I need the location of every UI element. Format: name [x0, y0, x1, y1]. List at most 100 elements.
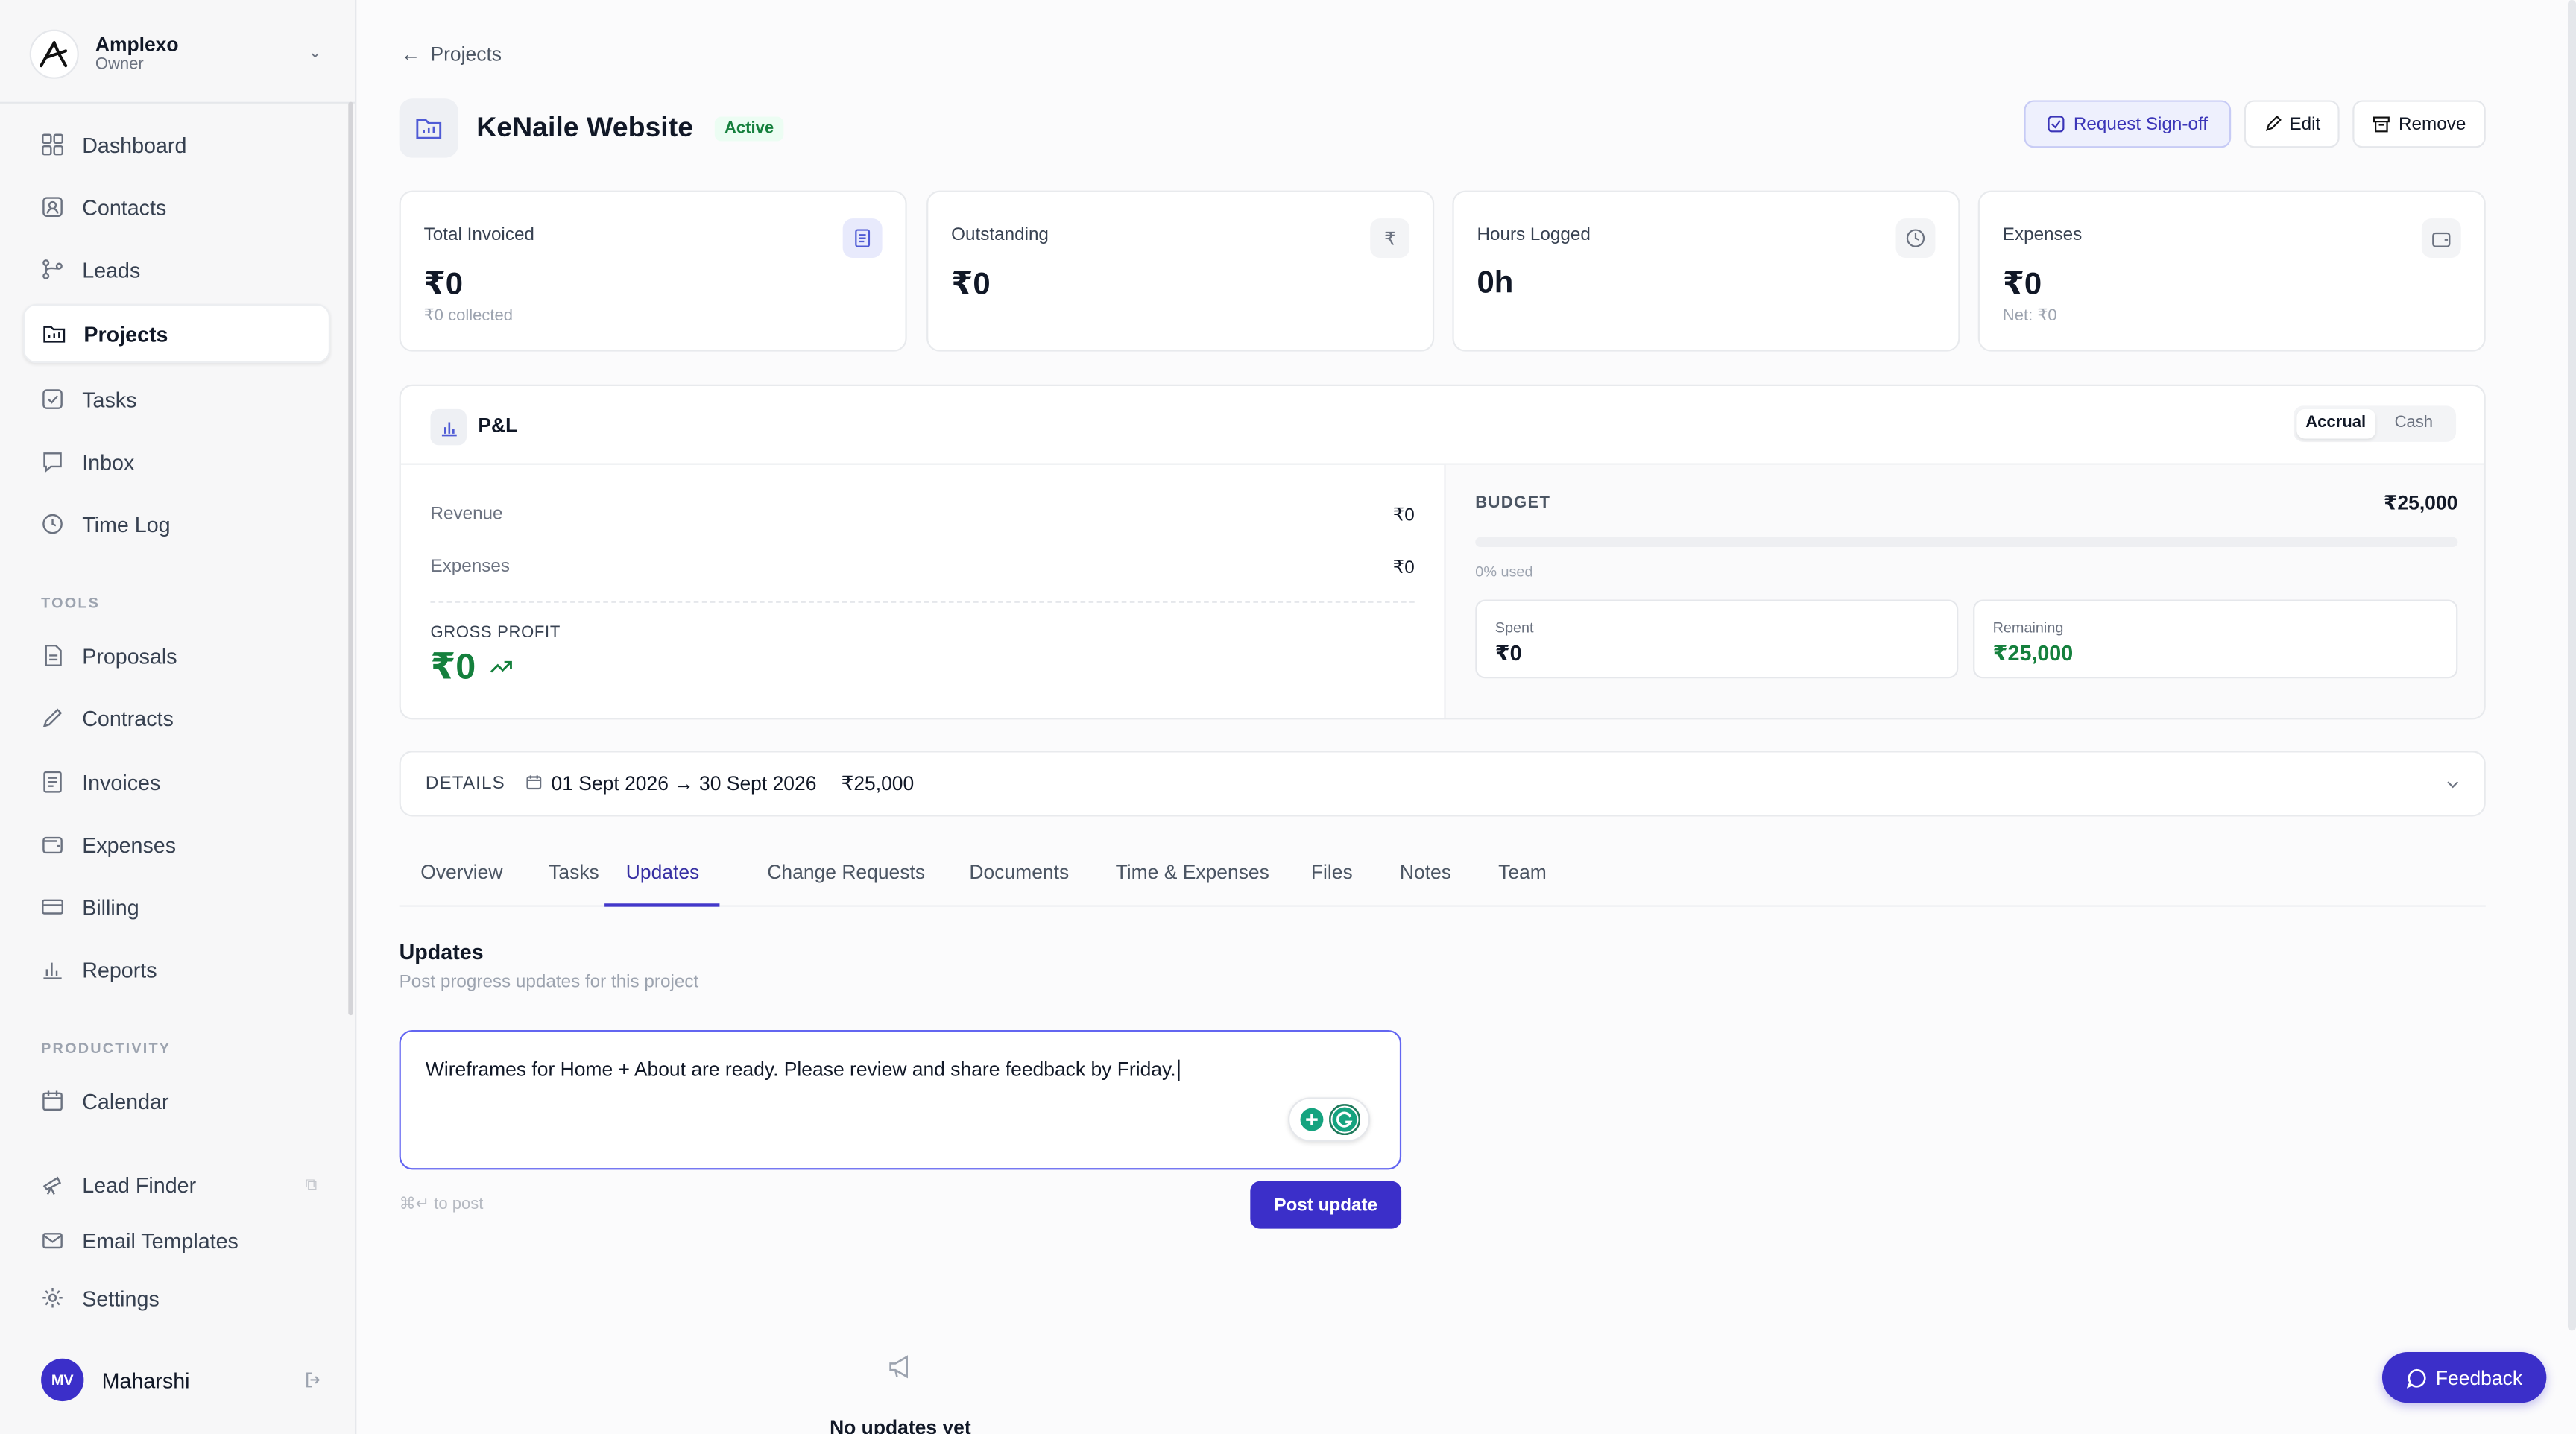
sidebar-item-calendar[interactable]: Calendar [23, 1071, 330, 1130]
stat-value: 0h [1477, 266, 1514, 301]
pl-title: P&L [478, 414, 518, 438]
tab-files[interactable]: Files [1311, 861, 1353, 907]
signoff-icon [2048, 116, 2065, 133]
arrow-left-icon: ← [400, 42, 421, 66]
sidebar-item-billing[interactable]: Billing [23, 877, 330, 936]
tab-overview[interactable]: Overview [420, 861, 502, 907]
request-signoff-button[interactable]: Request Sign-off [2024, 100, 2232, 148]
invoice-icon [43, 771, 62, 793]
remaining-label: Remaining [1992, 619, 2064, 636]
stat-card-outstanding: Outstanding ₹0 ₹ [926, 190, 1435, 352]
folder-icon [399, 98, 458, 158]
stat-label: Hours Logged [1477, 224, 1591, 245]
update-textarea[interactable]: Wireframes for Home + About are ready. P… [399, 1029, 1402, 1170]
back-link[interactable]: ← Projects [401, 42, 502, 66]
feedback-button[interactable]: Feedback [2381, 1351, 2547, 1403]
sidebar-item-label: Billing [82, 894, 139, 920]
tab-tasks[interactable]: Tasks [549, 861, 599, 907]
sidebar-item-lead-finder[interactable]: Lead Finder ⧉ [23, 1155, 330, 1213]
sidebar-item-label: Expenses [82, 832, 177, 857]
sidebar-item-settings[interactable]: Settings [23, 1269, 330, 1327]
toggle-accrual[interactable]: Accrual [2296, 408, 2375, 439]
archive-icon [2373, 116, 2390, 133]
branch-icon [42, 259, 63, 279]
pencil-icon [2264, 115, 2281, 131]
sidebar-item-tasks[interactable]: Tasks [23, 370, 330, 429]
spent-label: Spent [1494, 619, 1534, 636]
sidebar-item-time-log[interactable]: Time Log [23, 494, 330, 553]
bulb-icon [1299, 1108, 1323, 1131]
sidebar: Amplexo Owner ⌄ Dashboard Contacts Leads Pr… [0, 0, 357, 1434]
checkbox-icon [42, 389, 63, 409]
invoice-icon [842, 218, 883, 259]
trend-up-icon [490, 660, 511, 673]
tab-documents[interactable]: Documents [969, 861, 1069, 907]
folder-icon [43, 326, 66, 343]
gear-icon [42, 1288, 63, 1308]
sidebar-item-label: Invoices [82, 769, 161, 795]
budget-used: 0% used [1475, 563, 1533, 581]
org-switcher[interactable]: Amplexo Owner ⌄ [29, 28, 326, 80]
sidebar-item-contracts[interactable]: Contracts [23, 689, 330, 748]
updates-title: Updates [399, 939, 484, 964]
avatar: MV [41, 1358, 84, 1402]
sidebar-item-inbox[interactable]: Inbox [23, 432, 330, 491]
sidebar-scrollbar[interactable] [348, 101, 353, 1016]
edit-label: Edit [2289, 114, 2321, 134]
logout-icon[interactable] [304, 1368, 323, 1398]
sidebar-item-label: Contacts [82, 195, 167, 220]
sidebar-item-label: Dashboard [82, 132, 187, 157]
page-scrollbar[interactable] [2568, 0, 2576, 1331]
sidebar-item-label: Proposals [82, 642, 177, 668]
grammarly-icon [1328, 1104, 1360, 1136]
post-update-button[interactable]: Post update [1250, 1181, 1402, 1229]
revenue-label: Revenue [430, 504, 503, 525]
sidebar-item-proposals[interactable]: Proposals [23, 626, 330, 685]
post-shortcut-hint: ⌘↵ to post [399, 1195, 484, 1214]
sidebar-item-invoices[interactable]: Invoices [23, 752, 330, 811]
update-draft-text: Wireframes for Home + About are ready. P… [425, 1058, 1176, 1081]
text-caret [1177, 1060, 1180, 1082]
tab-team[interactable]: Team [1498, 861, 1547, 907]
sidebar-item-leads[interactable]: Leads [23, 240, 330, 299]
details-label: DETAILS [425, 774, 505, 794]
tab-time-expenses[interactable]: Time & Expenses [1116, 861, 1269, 907]
grammar-widget[interactable] [1288, 1097, 1371, 1142]
expenses-label: Expenses [430, 557, 510, 577]
chart-icon [43, 962, 62, 979]
sidebar-item-expenses[interactable]: Expenses [23, 815, 330, 874]
remove-label: Remove [2399, 114, 2466, 134]
remove-button[interactable]: Remove [2352, 100, 2486, 148]
tab-notes[interactable]: Notes [1400, 861, 1451, 907]
tab-updates[interactable]: Updates [604, 861, 720, 907]
details-bar[interactable]: DETAILS 01 Sept 2026 → 30 Sept 2026 ₹25,… [399, 751, 2486, 817]
details-amount: ₹25,000 [841, 771, 915, 795]
chat-bubble-icon [2406, 1368, 2425, 1388]
external-link-icon: ⧉ [305, 1175, 318, 1194]
gross-profit: ₹0 [430, 645, 511, 688]
stat-card-hours-logged: Hours Logged 0h [1452, 190, 1960, 352]
sidebar-item-dashboard[interactable]: Dashboard [23, 115, 330, 174]
tab-change-requests[interactable]: Change Requests [767, 861, 925, 907]
toggle-cash[interactable]: Cash [2375, 409, 2453, 439]
sidebar-item-email-templates[interactable]: Email Templates [23, 1210, 330, 1269]
expenses-value: ₹0 [1392, 558, 1415, 578]
sidebar-item-contacts[interactable]: Contacts [23, 177, 330, 236]
stat-value: ₹0 [2002, 268, 2042, 303]
sidebar-item-label: Reports [82, 956, 157, 982]
gross-profit-label: GROSS PROFIT [430, 624, 561, 642]
user-profile[interactable]: MV Maharshi [41, 1358, 323, 1402]
revenue-value: ₹0 [1392, 505, 1415, 526]
chevron-down-icon[interactable] [2445, 774, 2461, 797]
remaining-value: ₹25,000 [1992, 640, 2074, 666]
edit-button[interactable]: Edit [2244, 100, 2340, 148]
project-tabs: Overview Tasks Updates Change Requests D… [399, 851, 2486, 907]
sidebar-item-projects[interactable]: Projects [22, 303, 331, 364]
feedback-label: Feedback [2435, 1365, 2523, 1389]
divider [430, 601, 1415, 603]
stat-label: Total Invoiced [423, 224, 534, 245]
section-tools: TOOLS [41, 594, 101, 611]
megaphone-icon [886, 1351, 918, 1383]
sidebar-item-label: Settings [82, 1285, 160, 1310]
sidebar-item-reports[interactable]: Reports [23, 940, 330, 999]
